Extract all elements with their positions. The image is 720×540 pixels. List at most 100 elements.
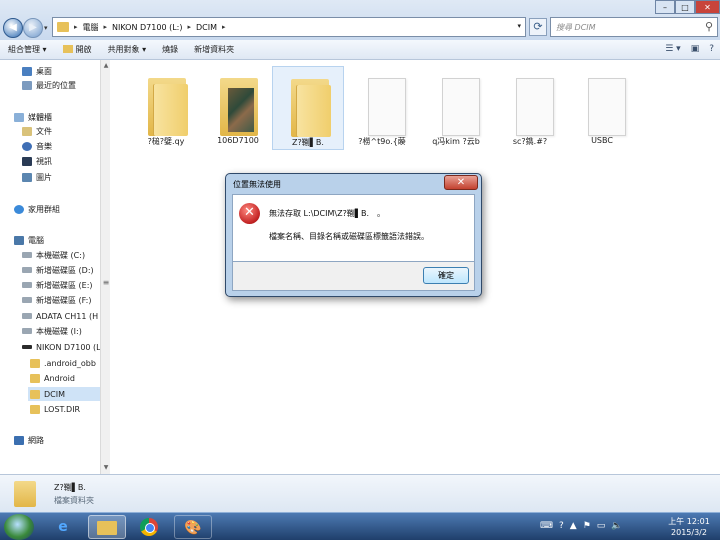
navigation-pane: 桌面 最近的位置 媒體櫃 文件 音樂 視訊 圖片 家用群組 電腦 本機磁碟 (C…: [0, 60, 110, 474]
history-dropdown-icon[interactable]: ▾: [44, 24, 48, 32]
file-item[interactable]: USBC: [566, 66, 638, 150]
folder-icon: [57, 22, 69, 32]
nav-folder-android[interactable]: Android: [30, 371, 75, 385]
nav-scrollbar[interactable]: ▲ ≡ ▼: [100, 60, 110, 474]
search-input[interactable]: 搜尋 DCIM ⚲: [550, 17, 718, 37]
minimize-button[interactable]: –: [655, 0, 675, 14]
command-bar: 組合管理 ▾ 開啟 共用對象 ▾ 燒錄 新增資料夾 ☰ ▾ ▣ ?: [0, 40, 720, 60]
nav-documents[interactable]: 文件: [22, 124, 52, 138]
nav-label: 新增磁碟區 (F:): [36, 295, 92, 305]
folder-icon: [30, 358, 40, 368]
breadcrumb-dcim[interactable]: DCIM: [196, 23, 217, 32]
view-options-icon[interactable]: ☰ ▾: [665, 44, 680, 54]
folder-item-selected[interactable]: Z?鞩▌B.: [272, 66, 344, 150]
chevron-right-icon[interactable]: ▸: [104, 23, 108, 31]
flag-icon[interactable]: ⚑: [583, 521, 591, 531]
new-folder-button[interactable]: 新增資料夾: [186, 44, 242, 55]
address-bar: – □ ✕ ◀ ▶ ▾ ▸ 電腦 ▸ NIKON D7100 (L:) ▸ DC…: [0, 0, 720, 40]
burn-button[interactable]: 燒錄: [154, 44, 186, 55]
nav-videos[interactable]: 視訊: [22, 154, 52, 168]
taskbar: e 🎨 ⌨ ? ▲ ⚑ ▭ 🔈 上午 12:01 2015/3/2: [0, 512, 720, 540]
nav-drive-d[interactable]: 新增磁碟區 (D:): [22, 263, 94, 277]
nav-network[interactable]: 網路: [14, 433, 44, 447]
nav-label: 本機磁碟 (I:): [36, 326, 82, 336]
file-item[interactable]: q冯kim ?云b: [420, 66, 492, 150]
libraries-icon: [14, 112, 24, 122]
nav-label: .android_obb: [44, 358, 96, 368]
drive-icon: [22, 297, 32, 303]
open-button[interactable]: 開啟: [55, 44, 100, 55]
address-dropdown-icon[interactable]: ▾: [517, 22, 521, 30]
network-tray-icon[interactable]: ▭: [597, 521, 606, 531]
maximize-button[interactable]: □: [675, 0, 695, 14]
nav-label: 新增磁碟區 (D:): [36, 265, 94, 275]
file-item[interactable]: ?橯^t9o.{藈: [346, 66, 418, 150]
nav-homegroup[interactable]: 家用群組: [14, 202, 60, 216]
ok-button[interactable]: 確定: [423, 267, 469, 284]
music-icon: [22, 141, 32, 151]
nav-drive-f[interactable]: 新增磁碟區 (F:): [22, 293, 91, 307]
breadcrumb-computer[interactable]: 電腦: [83, 22, 99, 33]
file-item[interactable]: sc?鐫.#?: [494, 66, 566, 150]
dialog-close-button[interactable]: ✕: [444, 175, 478, 190]
clock-date: 2015/3/2: [671, 528, 707, 537]
share-button[interactable]: 共用對象 ▾: [100, 44, 155, 55]
drive-icon: [22, 313, 32, 319]
folder-item[interactable]: ?槌?嬖.qy: [130, 66, 202, 150]
keyboard-icon[interactable]: ⌨: [540, 521, 553, 531]
forward-arrow-icon[interactable]: ▶: [23, 18, 43, 38]
nav-label: LOST.DIR: [44, 404, 81, 414]
nav-computer[interactable]: 電腦: [14, 233, 44, 247]
error-message: 無法存取 L:\DCIM\Z?鞩▌B. 。: [269, 209, 386, 218]
nav-label: 電腦: [28, 235, 44, 245]
show-hidden-icons-icon[interactable]: ▲: [570, 521, 577, 531]
chevron-right-icon[interactable]: ▸: [74, 23, 78, 31]
breadcrumb-nikon[interactable]: NIKON D7100 (L:): [112, 23, 182, 32]
folder-icon: [97, 521, 117, 535]
item-label: 106D7100: [217, 136, 259, 145]
nav-libraries[interactable]: 媒體櫃: [14, 110, 52, 124]
folder-icon: [144, 74, 190, 136]
nav-folder-android-obb[interactable]: .android_obb: [30, 356, 96, 370]
nav-folder-lost-dir[interactable]: LOST.DIR: [30, 402, 80, 416]
nav-drive-l[interactable]: NIKON D7100 (L: [22, 340, 100, 354]
nav-drive-i[interactable]: 本機磁碟 (I:): [22, 324, 82, 338]
file-icon: [360, 74, 406, 136]
nav-drive-h[interactable]: ADATA CH11 (H: [22, 309, 100, 323]
nav-drive-e[interactable]: 新增磁碟區 (E:): [22, 278, 93, 292]
nav-desktop[interactable]: 桌面: [22, 64, 52, 78]
back-arrow-icon[interactable]: ◀: [3, 18, 23, 38]
preview-pane-icon[interactable]: ▣: [691, 44, 700, 54]
folder-icon: [287, 75, 333, 137]
nav-label: Android: [44, 373, 75, 383]
nav-pictures[interactable]: 圖片: [22, 170, 52, 184]
explorer-taskbar-button[interactable]: [88, 515, 126, 539]
homegroup-icon: [14, 204, 24, 214]
item-label: q冯kim ?云b: [432, 137, 480, 146]
help-circle-icon[interactable]: ?: [559, 521, 564, 531]
start-button[interactable]: [4, 514, 34, 540]
refresh-button[interactable]: ⟳: [529, 18, 547, 36]
nav-folder-dcim[interactable]: DCIM: [28, 387, 100, 401]
chevron-right-icon[interactable]: ▸: [187, 23, 191, 31]
drive-icon: [22, 328, 32, 334]
folder-item[interactable]: 106D7100: [202, 66, 274, 150]
nav-recent-places[interactable]: 最近的位置: [22, 78, 76, 92]
paint-icon[interactable]: 🎨: [174, 515, 212, 539]
search-icon[interactable]: ⚲: [705, 20, 713, 33]
nav-music[interactable]: 音樂: [22, 139, 52, 153]
organize-button[interactable]: 組合管理 ▾: [0, 44, 55, 55]
help-icon[interactable]: ?: [709, 44, 714, 54]
breadcrumb[interactable]: ▸ 電腦 ▸ NIKON D7100 (L:) ▸ DCIM ▸ ▾: [52, 17, 526, 37]
nav-drive-c[interactable]: 本機磁碟 (C:): [22, 248, 85, 262]
item-label: Z?鞩▌B.: [292, 138, 324, 147]
clock[interactable]: 上午 12:01 2015/3/2: [660, 516, 718, 538]
item-label: USBC: [591, 136, 613, 145]
internet-explorer-icon[interactable]: e: [44, 515, 82, 539]
close-window-button[interactable]: ✕: [695, 0, 720, 14]
item-label: ?槌?嬖.qy: [147, 137, 185, 146]
file-icon: [508, 74, 554, 136]
chevron-right-icon[interactable]: ▸: [222, 23, 226, 31]
volume-icon[interactable]: 🔈: [611, 521, 622, 531]
chrome-icon[interactable]: [130, 515, 168, 539]
